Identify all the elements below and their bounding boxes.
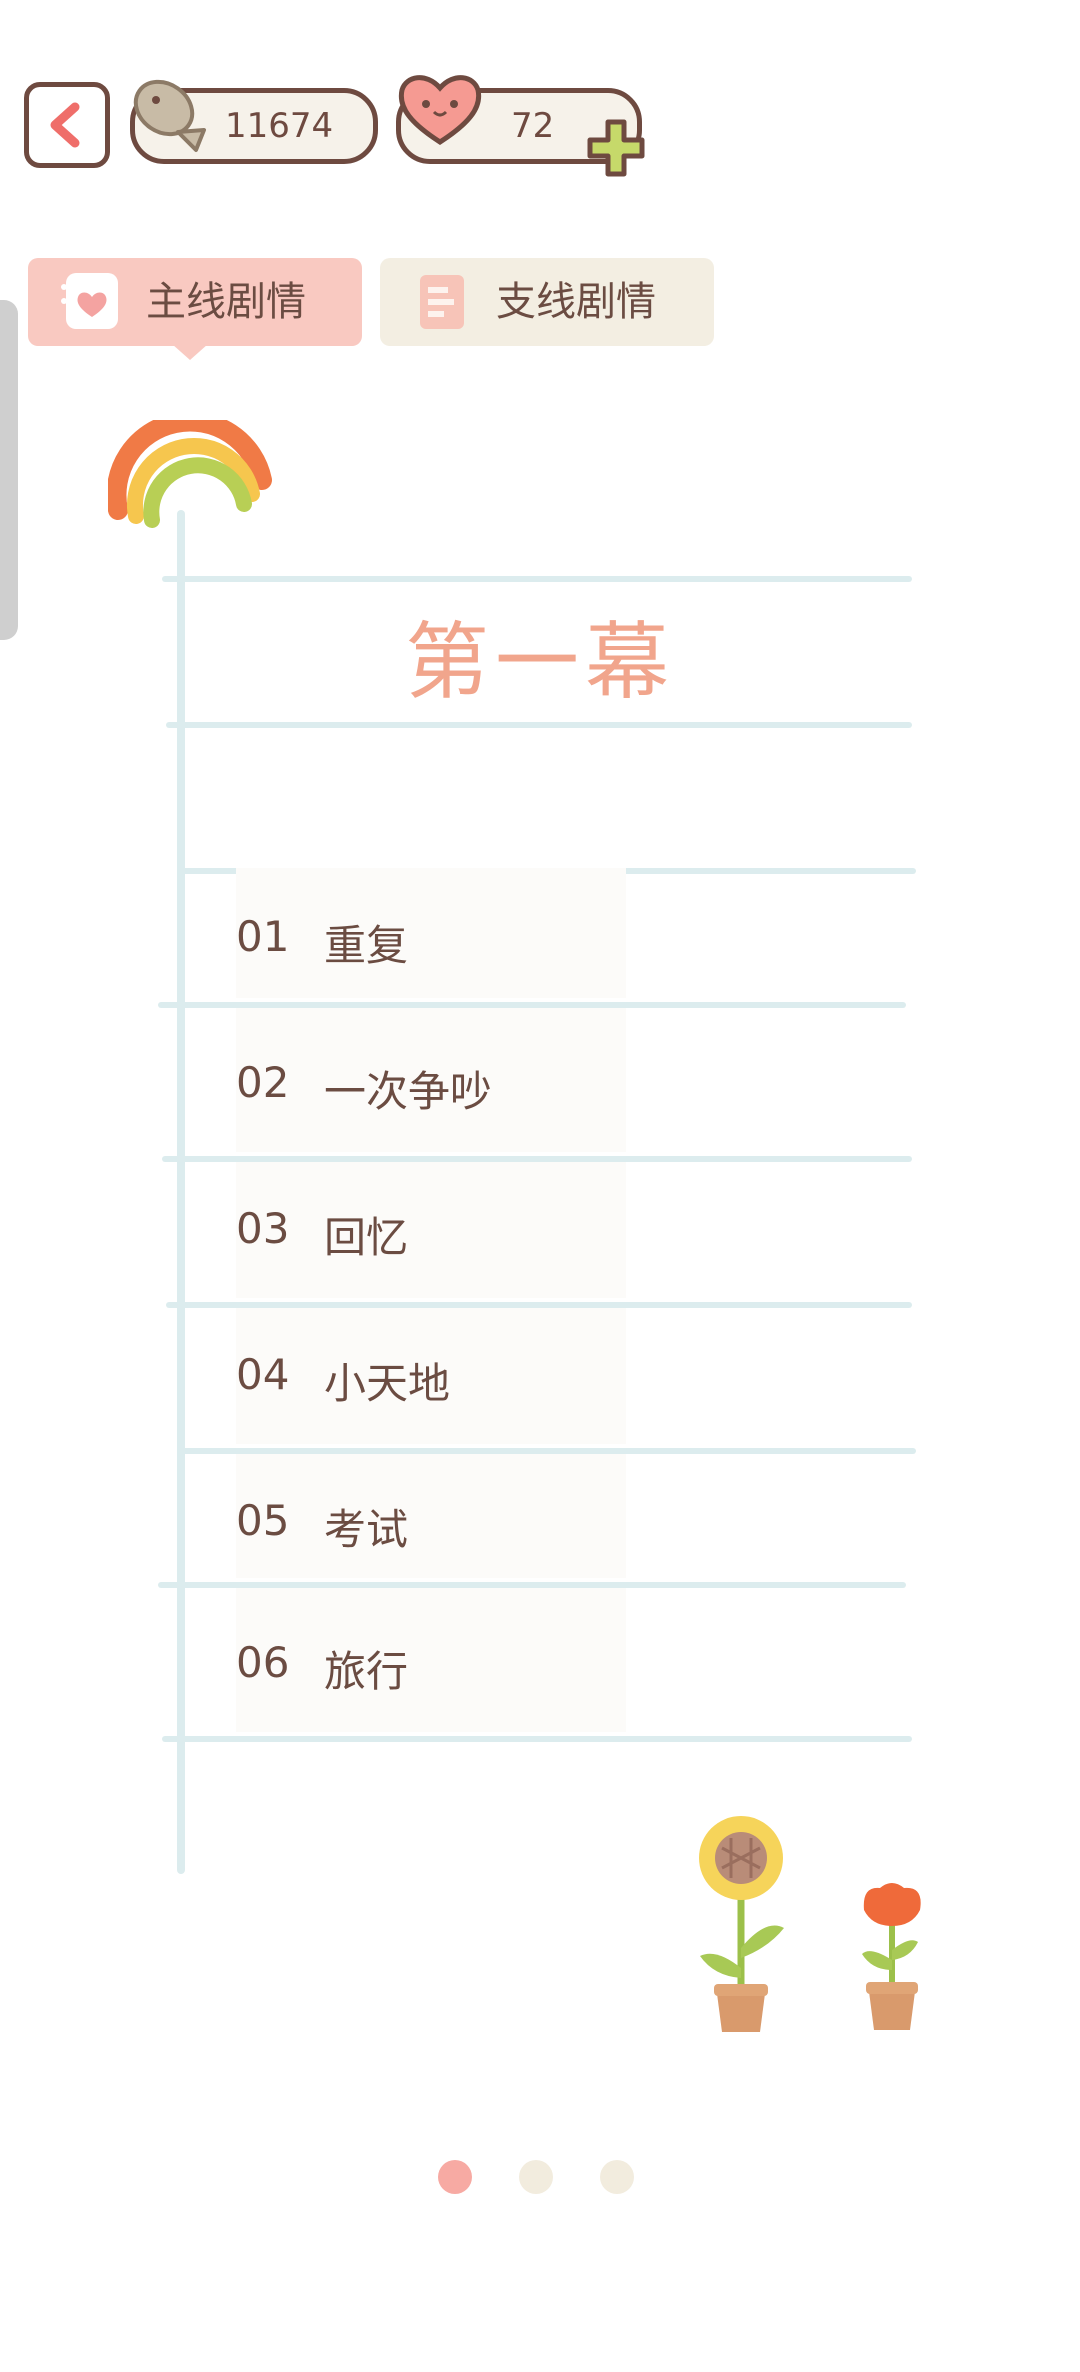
ruled-line <box>162 576 912 582</box>
chevron-left-icon <box>50 102 80 148</box>
episode-number: 01 <box>236 912 290 961</box>
page-dot-active[interactable] <box>438 2160 472 2194</box>
episode-row[interactable]: 06 旅行 <box>190 1588 910 1732</box>
episode-row[interactable]: 01 重复 <box>190 868 910 998</box>
episode-name: 回忆 <box>324 1213 409 1262</box>
tab-side-story-label: 支线剧情 <box>496 279 656 325</box>
heart-count: 72 <box>511 106 555 146</box>
active-tab-pointer <box>172 344 208 360</box>
heart-icon <box>398 75 482 145</box>
episode-number: 03 <box>236 1204 290 1253</box>
episode-name: 小天地 <box>324 1359 451 1408</box>
notebook-margin-line <box>177 510 185 1874</box>
side-drawer-handle[interactable] <box>0 300 18 640</box>
episode-number: 04 <box>236 1350 290 1399</box>
episode-row[interactable]: 04 小天地 <box>190 1308 910 1444</box>
episode-row[interactable]: 02 一次争吵 <box>190 1008 910 1152</box>
episode-row[interactable]: 05 考试 <box>190 1454 910 1578</box>
fish-icon <box>133 79 206 152</box>
plus-icon <box>587 119 645 177</box>
episode-row[interactable]: 03 回忆 <box>190 1162 910 1298</box>
page-dot[interactable] <box>600 2160 634 2194</box>
episode-name: 一次争吵 <box>324 1067 493 1116</box>
episode-name: 考试 <box>324 1505 409 1554</box>
episode-name: 旅行 <box>324 1647 409 1696</box>
episode-number: 02 <box>236 1058 290 1107</box>
document-icon <box>420 275 464 329</box>
tab-main-story[interactable]: 主线剧情 <box>28 258 362 346</box>
notebook-heart-icon <box>61 273 118 329</box>
ruled-line <box>162 1736 912 1742</box>
tab-main-story-label: 主线剧情 <box>146 279 306 325</box>
rainbow-decoration <box>108 420 272 528</box>
chapter-title: 第一幕 <box>404 613 675 711</box>
sunflower-pot-decoration <box>699 1816 784 2032</box>
fish-count: 11674 <box>225 106 334 146</box>
flower-pot-decoration <box>862 1883 921 2030</box>
ruled-line <box>166 722 912 728</box>
page-dot[interactable] <box>519 2160 553 2194</box>
episode-name: 重复 <box>324 921 409 970</box>
back-button[interactable] <box>24 82 110 168</box>
tab-side-story[interactable]: 支线剧情 <box>380 258 714 346</box>
add-energy-button[interactable] <box>584 116 648 180</box>
episode-number: 05 <box>236 1496 290 1545</box>
episode-number: 06 <box>236 1638 290 1687</box>
